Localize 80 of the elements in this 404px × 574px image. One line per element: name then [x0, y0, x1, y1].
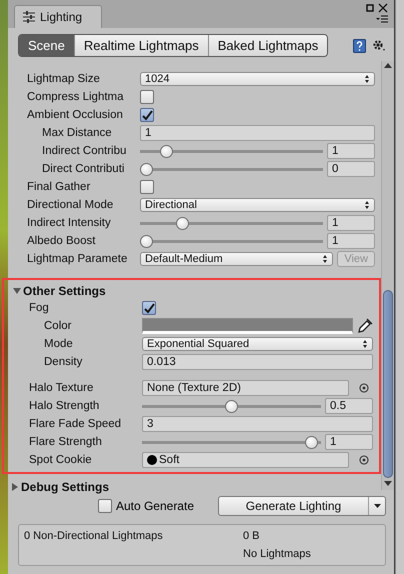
checkbox[interactable] — [142, 301, 156, 315]
object-picker-icon[interactable] — [359, 383, 369, 393]
tab[interactable]: Realtime Lightmaps — [74, 35, 208, 56]
window-title: Lighting — [40, 10, 82, 24]
eyedropper-icon[interactable] — [357, 318, 373, 334]
checkbox-label: Auto Generate — [116, 499, 194, 513]
object-picker-icon[interactable] — [359, 455, 369, 465]
property-label: Spot Cookie — [29, 454, 93, 466]
property-label: Indirect Intensity — [27, 217, 112, 229]
section-header[interactable]: Debug Settings — [21, 480, 110, 494]
color-swatch[interactable] — [142, 318, 353, 334]
property-label: Halo Strength — [29, 400, 100, 412]
number-field[interactable]: 3 — [142, 416, 373, 432]
tab[interactable]: Baked Lightmaps — [208, 35, 328, 56]
generate-lighting-button[interactable]: Generate Lighting — [218, 496, 386, 516]
property-label: Lightmap Size — [27, 73, 101, 85]
slider-thumb[interactable] — [140, 234, 153, 248]
property-label: Halo Texture — [29, 382, 94, 394]
property-label: Final Gather — [27, 181, 92, 193]
number-field[interactable]: 1 — [327, 233, 375, 249]
collapsed-triangle-icon[interactable] — [11, 483, 19, 491]
slider-thumb[interactable] — [140, 162, 153, 176]
menu-icon[interactable] — [376, 15, 388, 23]
dropdown[interactable]: Directional — [140, 198, 375, 212]
property-label: Ambient Occlusion — [27, 109, 124, 121]
property-label: Lightmap Paramete — [27, 253, 128, 265]
dropdown[interactable]: 1024 — [140, 72, 375, 86]
caret-icon[interactable] — [374, 504, 380, 508]
scrollbar[interactable] — [381, 61, 394, 490]
maximize-icon[interactable] — [366, 4, 374, 12]
dropdown[interactable]: Exponential Squared — [142, 337, 373, 351]
checkbox[interactable] — [140, 108, 154, 122]
property-label: Indirect Contribu — [42, 145, 128, 157]
number-field[interactable]: 1 — [327, 215, 375, 231]
property-label: Direct Contributi — [42, 163, 126, 175]
slider-thumb[interactable] — [225, 400, 238, 412]
updown-arrows-icon — [364, 200, 370, 210]
property-label: Color — [44, 320, 72, 332]
updown-arrows-icon — [362, 339, 368, 349]
stats-text: 0 B — [243, 530, 261, 542]
property-label: Flare Strength — [29, 436, 103, 448]
updown-arrows-icon — [364, 74, 370, 84]
slider-thumb[interactable] — [160, 144, 174, 158]
number-field[interactable]: 0.013 — [142, 354, 373, 370]
stats-text: No Lightmaps — [243, 548, 312, 560]
number-field[interactable]: 0 — [327, 161, 375, 177]
close-icon[interactable] — [378, 3, 388, 13]
number-field[interactable]: 1 — [327, 143, 375, 159]
slider-thumb[interactable] — [176, 216, 189, 230]
checkmark-icon — [140, 109, 154, 121]
section-header[interactable]: Other Settings — [23, 284, 106, 298]
checkbox[interactable] — [140, 180, 154, 194]
slider-thumb[interactable] — [304, 436, 318, 448]
object-field[interactable]: None (Texture 2D) — [142, 380, 349, 396]
checkbox[interactable] — [140, 90, 154, 104]
property-label: Fog — [29, 302, 50, 314]
property-label: Albedo Boost — [27, 235, 96, 247]
number-field[interactable]: 1 — [325, 434, 373, 450]
number-field[interactable]: 0.5 — [325, 398, 373, 414]
property-label: Mode — [44, 338, 74, 350]
stats-text: 0 Non-Directional Lightmaps — [24, 530, 164, 542]
window-tab[interactable]: Lighting — [14, 5, 102, 28]
checkmark-icon — [142, 302, 156, 314]
number-field[interactable]: 1 — [140, 125, 375, 141]
texture-preview-icon — [147, 455, 157, 465]
scrollbar-thumb[interactable] — [383, 290, 393, 478]
property-label: Flare Fade Speed — [29, 418, 122, 430]
property-label: Max Distance — [42, 127, 113, 139]
checkbox[interactable] — [98, 499, 112, 513]
help-icon[interactable] — [353, 38, 366, 52]
property-label: Directional Mode — [27, 199, 114, 211]
settings-icon[interactable] — [372, 39, 386, 52]
sliders-icon — [23, 11, 35, 23]
updown-arrows-icon — [322, 254, 328, 264]
property-label: Density — [44, 356, 84, 368]
object-field[interactable]: Soft — [142, 452, 349, 468]
property-label: Compress Lightma — [27, 91, 125, 103]
tab[interactable]: Scene — [19, 35, 74, 56]
expanded-triangle-icon[interactable] — [13, 286, 21, 294]
dropdown[interactable]: Default-Medium — [140, 252, 334, 266]
